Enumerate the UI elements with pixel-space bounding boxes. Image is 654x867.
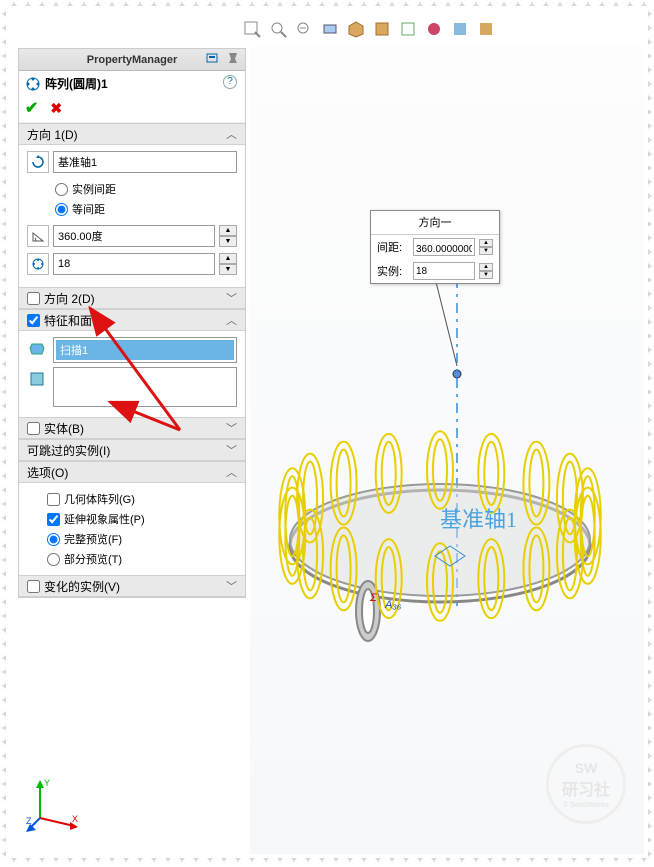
propagate-label: 延伸视象属性(P) xyxy=(64,511,145,527)
chevron-up-icon: ︿ xyxy=(226,464,237,480)
instances-spinner[interactable]: ▲▼ xyxy=(479,263,493,279)
view-settings-icon[interactable] xyxy=(474,18,498,40)
watermark: SW 研习社 © SolidWorks xyxy=(546,744,626,824)
zoom-area-icon[interactable] xyxy=(266,18,290,40)
instances-icon xyxy=(27,253,49,275)
watermark-line2: 研习社 xyxy=(562,776,610,800)
direction2-checkbox[interactable] xyxy=(27,292,40,305)
axis-label: 基准轴1 xyxy=(440,502,517,534)
view-toolbar xyxy=(240,18,498,40)
feature-icon xyxy=(28,340,48,360)
section-bodies-label: 实体(B) xyxy=(44,420,84,437)
spacing-label: 间距: xyxy=(377,239,409,255)
selected-feature[interactable]: 扫描1 xyxy=(56,340,234,360)
view-orient-icon[interactable] xyxy=(344,18,368,40)
partial-preview-radio[interactable] xyxy=(47,553,60,566)
equal-spacing-radio[interactable] xyxy=(55,203,68,216)
section-skip-label: 可跳过的实例(I) xyxy=(27,442,110,459)
display-style-icon[interactable] xyxy=(370,18,394,40)
chevron-down-icon: ﹀ xyxy=(226,290,237,306)
section-direction2-label: 方向 2(D) xyxy=(44,290,95,307)
full-preview-label: 完整预览(F) xyxy=(64,531,122,547)
section-features-header[interactable]: 特征和面(F) ︿ xyxy=(19,309,245,331)
dim-title: 方向一 xyxy=(371,211,499,235)
section-view-icon[interactable] xyxy=(318,18,342,40)
cancel-button[interactable]: ✖ xyxy=(50,100,66,117)
panel-title-text: PropertyManager xyxy=(87,54,177,66)
geom-pattern-checkbox[interactable] xyxy=(47,493,60,506)
instance-spacing-label: 实例间距 xyxy=(72,181,116,197)
svg-text:Z: Z xyxy=(26,816,32,826)
circular-pattern-icon xyxy=(25,76,41,92)
full-preview-radio[interactable] xyxy=(47,533,60,546)
instances-label: 实例: xyxy=(377,263,409,279)
angle-spinner[interactable]: ▲▼ xyxy=(219,225,237,247)
panel-title: PropertyManager xyxy=(19,49,245,71)
bodies-checkbox[interactable] xyxy=(27,422,40,435)
svg-text:A₃₆: A₃₆ xyxy=(384,599,402,611)
zoom-fit-icon[interactable] xyxy=(240,18,264,40)
graphics-viewport[interactable]: Σ A₃₆ 基准轴1 xyxy=(250,46,644,854)
section-bodies-header[interactable]: 实体(B) ﹀ xyxy=(19,417,245,439)
hide-show-icon[interactable] xyxy=(396,18,420,40)
feature-name-row: 阵列(圆周)1 ? xyxy=(19,71,245,96)
section-skip-header[interactable]: 可跳过的实例(I) ﹀ xyxy=(19,439,245,461)
svg-text:Y: Y xyxy=(44,778,50,788)
section-direction1-header[interactable]: 方向 1(D) ︿ xyxy=(19,123,245,145)
section-vary-label: 变化的实例(V) xyxy=(44,578,120,595)
partial-preview-label: 部分预览(T) xyxy=(64,551,122,567)
help-icon[interactable]: ? xyxy=(223,75,237,89)
features-checkbox[interactable] xyxy=(27,314,40,327)
instance-count-input[interactable] xyxy=(53,253,215,275)
reverse-direction-button[interactable] xyxy=(27,151,49,173)
section-options-label: 选项(O) xyxy=(27,464,68,481)
svg-text:Σ: Σ xyxy=(369,592,377,604)
scene-icon[interactable] xyxy=(448,18,472,40)
section-vary-header[interactable]: 变化的实例(V) ﹀ xyxy=(19,575,245,597)
pushpin-icon[interactable] xyxy=(227,51,239,67)
equal-spacing-label: 等间距 xyxy=(72,201,105,217)
pattern-axis-input[interactable] xyxy=(53,151,237,173)
faces-listbox[interactable] xyxy=(53,367,237,407)
chevron-up-icon: ︿ xyxy=(226,126,237,142)
chevron-down-icon: ﹀ xyxy=(226,578,237,594)
section-features-label: 特征和面(F) xyxy=(44,312,107,329)
instance-spinner[interactable]: ▲▼ xyxy=(219,253,237,275)
chevron-up-icon: ︿ xyxy=(226,312,237,328)
section-direction2-header[interactable]: 方向 2(D) ﹀ xyxy=(19,287,245,309)
angle-icon xyxy=(27,225,49,247)
propagate-checkbox[interactable] xyxy=(47,513,60,526)
appearance-icon[interactable] xyxy=(422,18,446,40)
feature-name: 阵列(圆周)1 xyxy=(45,75,108,92)
ok-button[interactable]: ✔ xyxy=(25,98,41,118)
chevron-down-icon: ﹀ xyxy=(226,442,237,458)
features-listbox[interactable]: 扫描1 xyxy=(53,337,237,363)
property-manager-panel: PropertyManager 阵列(圆周)1 ? ✔ ✖ 方向 1(D) ︿ xyxy=(18,48,246,598)
geom-pattern-label: 几何体阵列(G) xyxy=(64,491,135,507)
zoom-prev-icon[interactable] xyxy=(292,18,316,40)
section-options-header[interactable]: 选项(O) ︿ xyxy=(19,461,245,483)
section-direction1-label: 方向 1(D) xyxy=(27,126,78,143)
svg-text:X: X xyxy=(72,814,78,824)
spacing-value-input[interactable] xyxy=(413,238,475,256)
spacing-spinner[interactable]: ▲▼ xyxy=(479,239,493,255)
view-triad[interactable]: Y X Z xyxy=(26,776,82,832)
chevron-down-icon: ﹀ xyxy=(226,420,237,436)
dimension-callout[interactable]: 方向一 间距: ▲▼ 实例: ▲▼ xyxy=(370,210,500,284)
face-icon xyxy=(28,370,48,390)
panel-options-icon[interactable] xyxy=(205,51,221,67)
watermark-line3: © SolidWorks xyxy=(563,802,608,809)
instance-spacing-radio[interactable] xyxy=(55,183,68,196)
instances-value-input[interactable] xyxy=(413,262,475,280)
watermark-line1: SW xyxy=(575,760,598,776)
vary-checkbox[interactable] xyxy=(27,580,40,593)
angle-input[interactable] xyxy=(53,225,215,247)
confirm-row: ✔ ✖ xyxy=(19,96,245,120)
